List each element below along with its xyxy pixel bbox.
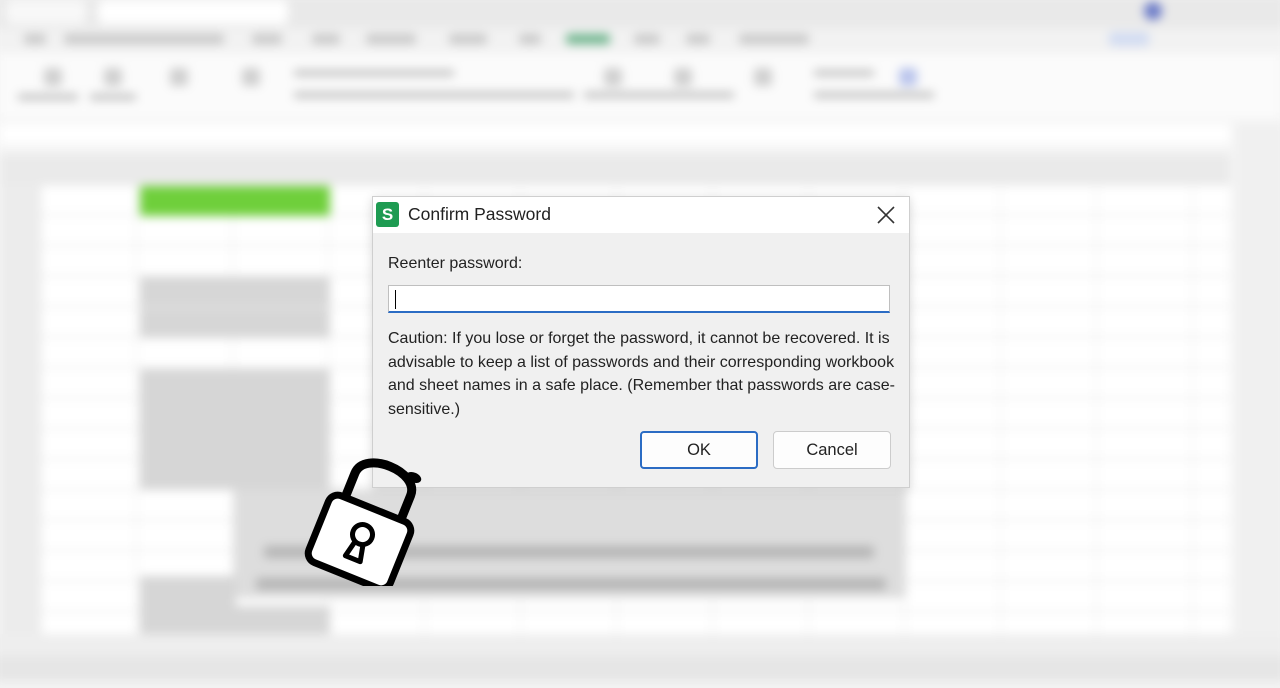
ok-button[interactable]: OK	[640, 431, 758, 469]
menu-item	[64, 34, 224, 44]
shaded-cell	[140, 277, 330, 307]
text-caret	[395, 290, 396, 309]
ribbon-icon	[44, 68, 62, 86]
padlock-icon	[304, 458, 422, 586]
ribbon-icon	[104, 68, 122, 86]
dialog-title: Confirm Password	[408, 204, 551, 224]
menu-item	[739, 34, 809, 44]
dialog-title-bar: S Confirm Password	[373, 197, 909, 233]
password-field[interactable]	[388, 285, 890, 313]
menu-item	[366, 34, 416, 44]
close-icon	[877, 206, 895, 224]
spreadsheet-app-icon: S	[376, 202, 399, 227]
menu-item	[252, 34, 282, 44]
ribbon-label	[90, 94, 136, 100]
shaded-cell	[140, 308, 330, 338]
formula-bar	[0, 124, 1230, 144]
caution-text: Caution: If you lose or forget the passw…	[388, 330, 895, 418]
menu-item	[312, 34, 340, 44]
ribbon-icon	[754, 68, 772, 86]
ribbon-icon	[170, 68, 188, 86]
menu-item	[519, 34, 541, 44]
shaded-cell	[140, 576, 236, 606]
menu-item	[449, 34, 487, 44]
ribbon-label	[584, 92, 734, 98]
active-browser-tab	[98, 0, 288, 24]
ribbon-label	[294, 70, 454, 76]
menu-item-active	[566, 34, 610, 44]
row-headers	[0, 184, 40, 634]
ribbon-icon	[674, 68, 692, 86]
shaded-cell	[140, 606, 330, 636]
ribbon-label	[294, 92, 574, 98]
close-button[interactable]	[875, 204, 897, 226]
ribbon-label	[18, 94, 78, 100]
ribbon-icon	[604, 68, 622, 86]
menu-item	[634, 34, 660, 44]
ribbon-label	[814, 70, 874, 76]
menu-item	[686, 34, 710, 44]
window-titlebar	[0, 0, 1280, 28]
right-sidebar	[1236, 124, 1280, 644]
status-bar	[0, 656, 1280, 682]
avatar	[1144, 2, 1162, 20]
highlight-cell	[140, 186, 330, 216]
menu-item	[24, 34, 46, 44]
column-headers	[0, 154, 1230, 184]
cancel-button[interactable]: Cancel	[773, 431, 891, 469]
confirm-password-dialog: S Confirm Password Reenter password: Cau…	[372, 196, 910, 488]
reenter-password-label: Reenter password:	[388, 255, 523, 272]
ribbon-label	[814, 92, 934, 98]
ribbon	[0, 54, 1280, 118]
ribbon-icon	[242, 68, 260, 86]
browser-tab	[6, 0, 86, 24]
menu-item	[1109, 32, 1149, 46]
ribbon-icon	[899, 68, 917, 86]
